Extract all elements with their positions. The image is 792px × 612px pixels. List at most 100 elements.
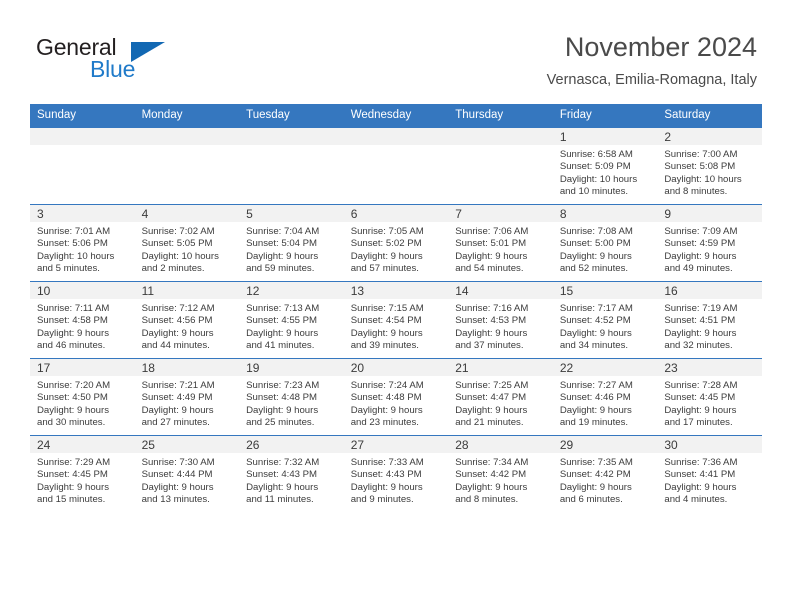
day-number: 3	[30, 205, 135, 222]
day-number: 17	[30, 359, 135, 376]
day-cell-inner: 21 Sunrise: 7:25 AM Sunset: 4:47 PM Dayligh…	[448, 359, 553, 435]
daylight-duration-line1: Daylight: 9 hours	[559, 327, 632, 339]
calendar-cell-empty	[343, 127, 449, 205]
brand-triangle-icon	[131, 42, 165, 62]
day-details: Sunrise: 7:09 AM Sunset: 4:59 PM Daylight:…	[657, 222, 762, 276]
calendar-day-cell[interactable]: 5 Sunrise: 7:04 AM Sunset: 5:04 PM Daylight…	[239, 204, 344, 282]
calendar-day-cell[interactable]: 1 Sunrise: 6:58 AM Sunset: 5:09 PM Daylight…	[552, 127, 658, 205]
daylight-duration-line1: Daylight: 9 hours	[664, 481, 737, 493]
daylight-duration-line1: Daylight: 9 hours	[664, 404, 737, 416]
calendar-day-cell[interactable]: 6 Sunrise: 7:05 AM Sunset: 5:02 PM Daylight…	[343, 204, 449, 282]
weekday-header-saturday: Saturday	[657, 104, 762, 128]
sunset-time: Sunset: 5:08 PM	[664, 161, 736, 173]
day-details: Sunrise: 7:19 AM Sunset: 4:51 PM Daylight:…	[657, 299, 762, 353]
day-number: 10	[30, 282, 135, 299]
sunrise-time: Sunrise: 7:11 AM	[37, 303, 110, 314]
day-number: 24	[30, 436, 135, 453]
page-header: General Blue November 2024 Vernasca, Emi…	[0, 0, 792, 100]
day-cell-inner: 26 Sunrise: 7:32 AM Sunset: 4:43 PM Dayligh…	[239, 436, 344, 512]
day-number: 22	[552, 359, 658, 376]
day-details: Sunrise: 7:29 AM Sunset: 4:45 PM Daylight:…	[30, 453, 135, 507]
calendar-cell-empty	[134, 127, 240, 205]
calendar-day-cell[interactable]: 11 Sunrise: 7:12 AM Sunset: 4:56 PM Dayligh…	[134, 281, 240, 359]
weekday-header-tuesday: Tuesday	[239, 104, 344, 128]
daylight-duration-line2: and 8 minutes.	[455, 494, 519, 506]
day-cell-inner: 8 Sunrise: 7:08 AM Sunset: 5:00 PM Daylight…	[552, 205, 658, 281]
day-cell-inner: 12 Sunrise: 7:13 AM Sunset: 4:55 PM Dayligh…	[239, 282, 344, 358]
day-details: Sunrise: 7:05 AM Sunset: 5:02 PM Daylight:…	[344, 222, 449, 276]
day-cell-inner: 27 Sunrise: 7:33 AM Sunset: 4:43 PM Dayligh…	[343, 436, 449, 512]
day-cell-inner: 15 Sunrise: 7:17 AM Sunset: 4:52 PM Dayligh…	[552, 282, 658, 358]
calendar-day-cell[interactable]: 7 Sunrise: 7:06 AM Sunset: 5:01 PM Daylight…	[448, 204, 553, 282]
calendar-day-cell[interactable]: 28 Sunrise: 7:34 AM Sunset: 4:42 PM Dayligh…	[448, 435, 553, 512]
calendar-day-cell[interactable]: 30 Sunrise: 7:36 AM Sunset: 4:41 PM Dayligh…	[657, 435, 762, 512]
sunrise-time: Sunrise: 7:08 AM	[559, 226, 633, 237]
daylight-duration-line2: and 44 minutes.	[141, 340, 210, 352]
daylight-duration-line2: and 46 minutes.	[37, 340, 106, 352]
day-number: 5	[239, 205, 344, 222]
calendar-day-cell[interactable]: 8 Sunrise: 7:08 AM Sunset: 5:00 PM Daylight…	[552, 204, 658, 282]
daylight-duration-line2: and 4 minutes.	[664, 494, 728, 506]
calendar-day-cell[interactable]: 17 Sunrise: 7:20 AM Sunset: 4:50 PM Dayligh…	[30, 358, 135, 436]
calendar-day-cell[interactable]: 16 Sunrise: 7:19 AM Sunset: 4:51 PM Dayligh…	[657, 281, 762, 359]
brand-logo[interactable]: General Blue	[30, 34, 210, 90]
daylight-duration-line1: Daylight: 9 hours	[246, 481, 319, 493]
calendar-day-cell[interactable]: 4 Sunrise: 7:02 AM Sunset: 5:05 PM Daylight…	[134, 204, 240, 282]
day-details: Sunrise: 7:17 AM Sunset: 4:52 PM Daylight:…	[553, 299, 658, 353]
calendar-table: Sunday Monday Tuesday Wednesday Thursday…	[30, 104, 762, 512]
sunrise-time: Sunrise: 7:21 AM	[141, 380, 215, 391]
sunset-time: Sunset: 4:58 PM	[37, 315, 108, 327]
calendar-day-cell[interactable]: 22 Sunrise: 7:27 AM Sunset: 4:46 PM Dayligh…	[552, 358, 658, 436]
day-cell-inner: 6 Sunrise: 7:05 AM Sunset: 5:02 PM Daylight…	[343, 205, 449, 281]
sunrise-time: Sunrise: 7:30 AM	[141, 457, 215, 468]
sunset-time: Sunset: 4:49 PM	[141, 392, 213, 404]
sunrise-time: Sunrise: 7:04 AM	[246, 226, 320, 237]
day-number: 8	[552, 205, 658, 222]
calendar-day-cell[interactable]: 21 Sunrise: 7:25 AM Sunset: 4:47 PM Dayligh…	[448, 358, 553, 436]
calendar-day-cell[interactable]: 12 Sunrise: 7:13 AM Sunset: 4:55 PM Dayligh…	[239, 281, 344, 359]
sunrise-time: Sunrise: 7:01 AM	[37, 226, 111, 237]
calendar-day-cell[interactable]: 20 Sunrise: 7:24 AM Sunset: 4:48 PM Dayligh…	[343, 358, 449, 436]
daylight-duration-line1: Daylight: 9 hours	[455, 327, 528, 339]
day-cell-inner: 24 Sunrise: 7:29 AM Sunset: 4:45 PM Dayligh…	[30, 436, 135, 512]
calendar-day-cell[interactable]: 29 Sunrise: 7:35 AM Sunset: 4:42 PM Dayligh…	[552, 435, 658, 512]
day-number	[239, 128, 344, 145]
daylight-duration-line1: Daylight: 9 hours	[559, 404, 632, 416]
calendar-day-cell[interactable]: 14 Sunrise: 7:16 AM Sunset: 4:53 PM Dayligh…	[448, 281, 553, 359]
daylight-duration-line2: and 9 minutes.	[350, 494, 414, 506]
sunrise-time: Sunrise: 6:58 AM	[559, 149, 633, 160]
sunrise-time: Sunrise: 7:36 AM	[664, 457, 738, 468]
calendar-day-cell[interactable]: 19 Sunrise: 7:23 AM Sunset: 4:48 PM Dayligh…	[239, 358, 344, 436]
sunrise-time: Sunrise: 7:16 AM	[455, 303, 529, 314]
daylight-duration-line1: Daylight: 9 hours	[37, 404, 109, 416]
calendar-day-cell[interactable]: 23 Sunrise: 7:28 AM Sunset: 4:45 PM Dayligh…	[657, 358, 762, 436]
sunset-time: Sunset: 4:55 PM	[246, 315, 318, 327]
sunset-time: Sunset: 4:51 PM	[664, 315, 736, 327]
calendar-day-cell[interactable]: 27 Sunrise: 7:33 AM Sunset: 4:43 PM Dayligh…	[343, 435, 449, 512]
calendar-day-cell[interactable]: 26 Sunrise: 7:32 AM Sunset: 4:43 PM Dayligh…	[239, 435, 344, 512]
sunset-time: Sunset: 5:09 PM	[559, 161, 631, 173]
sunrise-time: Sunrise: 7:27 AM	[559, 380, 633, 391]
day-details: Sunrise: 7:25 AM Sunset: 4:47 PM Daylight:…	[448, 376, 553, 430]
daylight-duration-line2: and 13 minutes.	[141, 494, 210, 506]
day-number: 19	[239, 359, 344, 376]
day-number: 1	[552, 128, 658, 145]
daylight-duration-line2: and 41 minutes.	[246, 340, 315, 352]
sunrise-time: Sunrise: 7:15 AM	[350, 303, 424, 314]
sunset-time: Sunset: 5:00 PM	[559, 238, 631, 250]
calendar-day-cell[interactable]: 15 Sunrise: 7:17 AM Sunset: 4:52 PM Dayligh…	[552, 281, 658, 359]
calendar-day-cell[interactable]: 24 Sunrise: 7:29 AM Sunset: 4:45 PM Dayligh…	[30, 435, 135, 512]
calendar-day-cell[interactable]: 25 Sunrise: 7:30 AM Sunset: 4:44 PM Dayligh…	[134, 435, 240, 512]
page-subtitle: Vernasca, Emilia-Romagna, Italy	[546, 72, 757, 88]
calendar-day-cell[interactable]: 2 Sunrise: 7:00 AM Sunset: 5:08 PM Daylight…	[657, 127, 762, 205]
sunset-time: Sunset: 4:50 PM	[37, 392, 108, 404]
day-number: 20	[343, 359, 449, 376]
day-details: Sunrise: 7:32 AM Sunset: 4:43 PM Daylight:…	[239, 453, 344, 507]
sunset-time: Sunset: 4:54 PM	[350, 315, 422, 327]
calendar-day-cell[interactable]: 10 Sunrise: 7:11 AM Sunset: 4:58 PM Dayligh…	[30, 281, 135, 359]
calendar-day-cell[interactable]: 18 Sunrise: 7:21 AM Sunset: 4:49 PM Dayligh…	[134, 358, 240, 436]
daylight-duration-line1: Daylight: 9 hours	[350, 327, 423, 339]
calendar-day-cell[interactable]: 13 Sunrise: 7:15 AM Sunset: 4:54 PM Dayligh…	[343, 281, 449, 359]
calendar-day-cell[interactable]: 9 Sunrise: 7:09 AM Sunset: 4:59 PM Daylight…	[657, 204, 762, 282]
calendar-day-cell[interactable]: 3 Sunrise: 7:01 AM Sunset: 5:06 PM Daylight…	[30, 204, 135, 282]
